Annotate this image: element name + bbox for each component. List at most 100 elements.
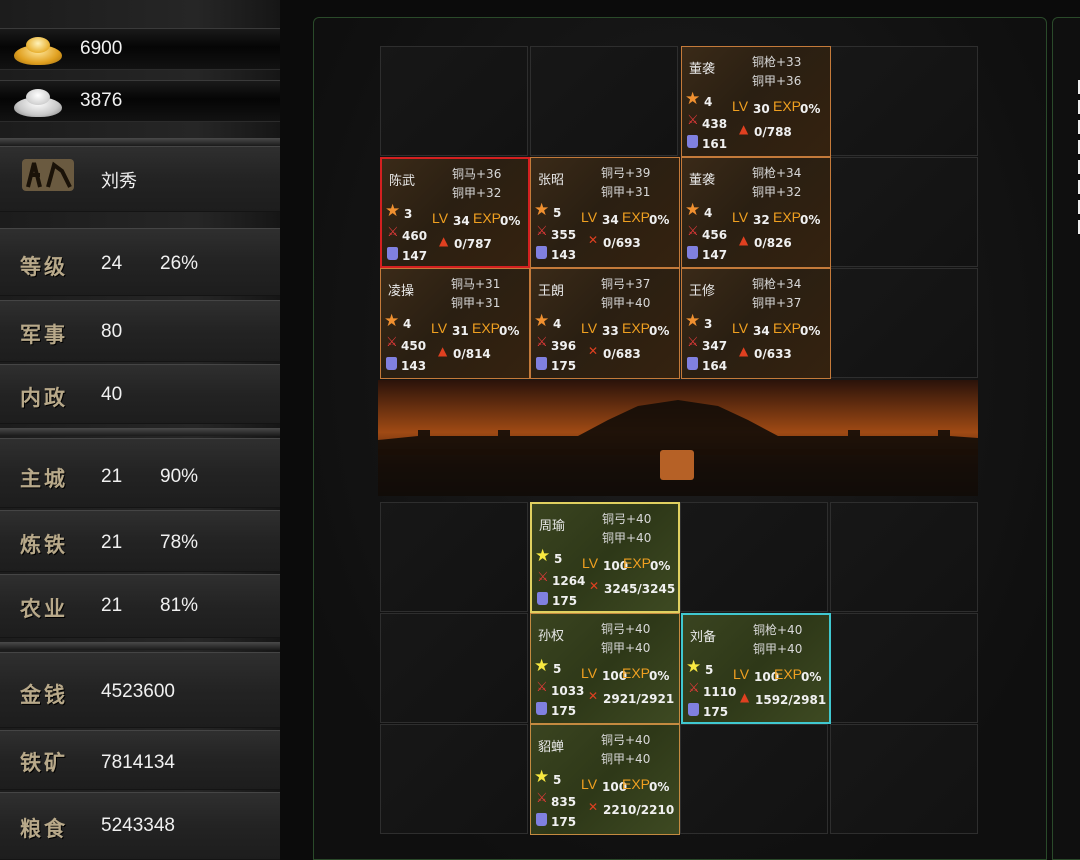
armor-icon [536, 813, 547, 826]
general-name: 王修 [689, 284, 716, 299]
divider [0, 138, 280, 146]
lord-row[interactable]: 刘秀 [0, 146, 280, 212]
player-status-panel: 6900 3876 刘秀 等级 24 26% 军事 80 内政 40 主城 21… [0, 0, 280, 860]
ally-slot-empty[interactable] [830, 502, 978, 612]
armor-icon [537, 592, 548, 605]
troop-icon: ▲ [739, 233, 749, 247]
ally-slot-empty[interactable] [680, 724, 828, 834]
exp-label: EXP [622, 320, 651, 336]
defense-value: 161 [702, 137, 728, 151]
exp-value: 0% [499, 324, 520, 338]
level-value: 33 [602, 324, 619, 338]
defense-value: 175 [551, 359, 577, 373]
gold-ingot-row: 6900 [0, 28, 280, 70]
troop-icon: ✕ [588, 689, 599, 703]
ally-general-card-selected[interactable]: 刘备 铜枪+40 铜甲+40 ★ 5 LV 100 EXP 0% ⚔ 1110 … [681, 613, 831, 724]
exp-label: EXP [622, 209, 651, 225]
ally-slot-empty[interactable] [680, 502, 828, 612]
exp-label: EXP [773, 209, 802, 225]
armor-equip: 铜甲+40 [601, 296, 651, 310]
armor-equip: 铜甲+40 [602, 531, 652, 545]
smithing-label: 炼铁 [20, 532, 68, 557]
ally-slot-empty[interactable] [830, 613, 978, 723]
ally-slot-empty[interactable] [380, 613, 528, 723]
general-name: 张昭 [538, 173, 565, 188]
armor-equip: 铜甲+31 [451, 296, 501, 310]
ally-general-card[interactable]: 貂蝉 铜弓+40 铜甲+40 ★ 5 LV 100 EXP 0% ⚔ 835 1… [530, 724, 680, 835]
star-icon: ★ [534, 656, 550, 676]
sword-icon: ⚔ [688, 681, 700, 696]
attack-value: 1033 [551, 684, 585, 698]
castle-row: 主城 21 90% [0, 438, 280, 508]
attack-value: 1110 [703, 685, 737, 699]
attack-value: 355 [551, 228, 577, 242]
ally-slot-empty[interactable] [380, 502, 528, 612]
armor-equip: 铜甲+40 [601, 752, 651, 766]
ally-slot-empty[interactable] [830, 724, 978, 834]
exp-label: EXP [623, 555, 652, 571]
enemy-general-card[interactable]: 张昭 铜弓+39 铜甲+31 ★ 5 LV 34 EXP 0% ⚔ 355 14… [530, 157, 680, 268]
star-count: 4 [403, 317, 412, 331]
defense-value: 164 [702, 359, 728, 373]
exp-value: 0% [800, 213, 821, 227]
smithing-value: 21 [101, 532, 123, 553]
money-value: 4523600 [101, 681, 175, 702]
iron-label: 铁矿 [20, 750, 68, 775]
level-value: 24 [101, 253, 123, 274]
food-row: 粮食 5243348 [0, 792, 280, 860]
star-count: 3 [704, 317, 713, 331]
enemy-general-card[interactable]: 董袭 铜枪+34 铜甲+32 ★ 4 LV 32 EXP 0% ⚔ 456 14… [681, 157, 831, 268]
farming-row: 农业 21 81% [0, 574, 280, 638]
enemy-slot-empty[interactable] [830, 46, 978, 156]
general-name: 董袭 [689, 173, 716, 188]
ally-general-card[interactable]: 周瑜 铜弓+40 铜甲+40 ★ 5 LV 100 EXP 0% ⚔ 1264 … [530, 502, 680, 613]
armor-icon [387, 247, 398, 260]
enemy-slot-empty[interactable] [830, 268, 978, 378]
city-wall-silhouette [378, 380, 978, 496]
ally-slot-empty[interactable] [380, 724, 528, 834]
level-label: LV [581, 776, 598, 792]
armor-icon [688, 703, 699, 716]
armor-icon [687, 246, 698, 259]
enemy-general-card[interactable]: 董袭 铜枪+33 铜甲+36 ★ 4 LV 30 EXP 0% ⚔ 438 16… [681, 46, 831, 157]
star-icon: ★ [384, 311, 400, 331]
enemy-slot-empty[interactable] [380, 46, 528, 156]
attack-value: 835 [551, 795, 577, 809]
exp-value: 0% [801, 670, 822, 684]
ally-general-card[interactable]: 孙权 铜弓+40 铜甲+40 ★ 5 LV 100 EXP 0% ⚔ 1033 … [530, 613, 680, 724]
troop-count: 2921/2921 [603, 692, 675, 706]
enemy-general-card[interactable]: 凌操 铜马+31 铜甲+31 ★ 4 LV 31 EXP 0% ⚔ 450 14… [380, 268, 530, 379]
troop-count: 2210/2210 [603, 803, 675, 817]
money-label: 金钱 [20, 682, 68, 707]
exp-label: EXP [773, 320, 802, 336]
level-label: LV [581, 665, 598, 681]
star-icon: ★ [686, 657, 702, 677]
enemy-slot-empty[interactable] [830, 157, 978, 267]
level-value: 31 [452, 324, 469, 338]
farming-progress: 81% [160, 595, 199, 616]
sword-icon: ⚔ [536, 335, 548, 350]
level-value: 34 [602, 213, 619, 227]
star-icon: ★ [535, 546, 551, 566]
weapon-equip: 铜弓+37 [601, 277, 651, 291]
star-count: 4 [553, 317, 562, 331]
enemy-general-card[interactable]: 王朗 铜弓+37 铜甲+40 ★ 4 LV 33 EXP 0% ⚔ 396 17… [530, 268, 680, 379]
weapon-equip: 铜枪+33 [752, 55, 802, 69]
exp-label: EXP [473, 210, 502, 226]
attack-value: 450 [401, 339, 427, 353]
exp-value: 0% [649, 213, 670, 227]
enemy-general-card-selected[interactable]: 陈武 铜马+36 铜甲+32 ★ 3 LV 34 EXP 0% ⚔ 460 14… [380, 157, 530, 268]
enemy-general-card[interactable]: 王修 铜枪+34 铜甲+37 ★ 3 LV 34 EXP 0% ⚔ 347 16… [681, 268, 831, 379]
troop-count: 1592/2981 [755, 693, 827, 707]
level-label: LV [431, 320, 448, 336]
defense-value: 175 [703, 705, 729, 719]
weapon-equip: 铜弓+39 [601, 166, 651, 180]
armor-equip: 铜甲+40 [601, 641, 651, 655]
sword-icon: ⚔ [536, 224, 548, 239]
defense-value: 147 [702, 248, 728, 262]
star-icon: ★ [534, 767, 550, 787]
enemy-slot-empty[interactable] [530, 46, 678, 156]
armor-equip: 铜甲+32 [452, 186, 502, 200]
defense-value: 147 [402, 249, 428, 263]
silver-ingot-icon [12, 85, 64, 119]
